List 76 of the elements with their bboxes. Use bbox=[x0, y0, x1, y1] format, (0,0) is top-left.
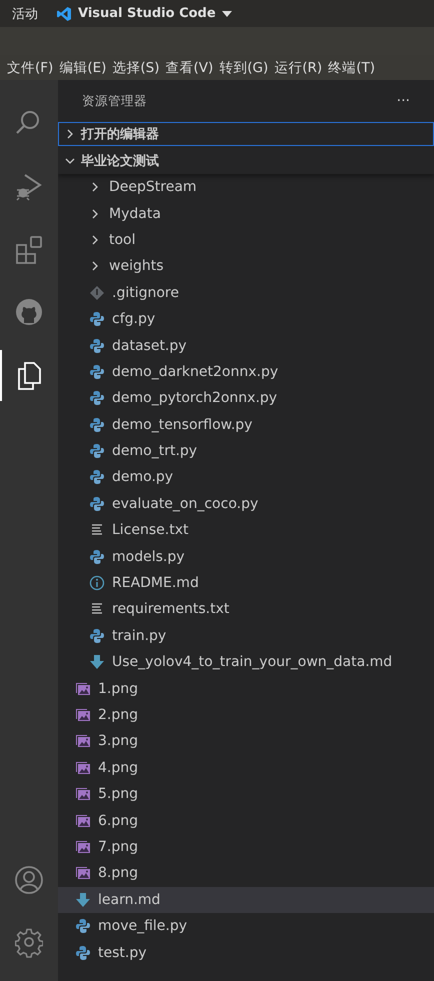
file-row[interactable]: move_file.py bbox=[58, 912, 434, 940]
image-icon bbox=[75, 760, 91, 776]
file-row[interactable]: tool bbox=[58, 226, 434, 254]
down-arrow-icon bbox=[75, 892, 91, 908]
file-row[interactable]: weights bbox=[58, 253, 434, 280]
settings-icon[interactable] bbox=[15, 928, 43, 958]
file-row[interactable]: 3.png bbox=[58, 728, 434, 755]
caret-icon[interactable] bbox=[222, 10, 232, 16]
python-icon bbox=[89, 548, 105, 565]
file-row[interactable]: train.py bbox=[58, 622, 434, 650]
image-icon bbox=[75, 680, 91, 697]
file-row[interactable]: evaluate_on_coco.py bbox=[58, 490, 434, 518]
menu-item[interactable]: 终端(T) bbox=[325, 58, 378, 76]
active-indicator bbox=[0, 350, 2, 401]
python-icon bbox=[75, 944, 91, 961]
github-icon[interactable] bbox=[15, 298, 43, 328]
python-icon bbox=[89, 628, 105, 644]
image-icon bbox=[75, 733, 91, 750]
extensions-icon[interactable] bbox=[15, 234, 43, 264]
file-row[interactable]: demo_darknet2onnx.py bbox=[58, 358, 434, 386]
file-row[interactable]: 4.png bbox=[58, 754, 434, 781]
diamond-icon bbox=[89, 284, 105, 301]
account-icon[interactable] bbox=[15, 866, 43, 896]
python-icon bbox=[89, 496, 105, 512]
file-row[interactable]: learn.md bbox=[58, 886, 434, 913]
file-row[interactable]: 7.png bbox=[58, 834, 434, 860]
python-icon bbox=[89, 364, 105, 380]
files-icon[interactable] bbox=[15, 360, 43, 390]
python-icon bbox=[89, 311, 105, 328]
file-row[interactable]: requirements.txt bbox=[58, 596, 434, 623]
section-header[interactable]: 打开的编辑器 bbox=[58, 122, 434, 146]
file-row[interactable]: 6.png bbox=[58, 807, 434, 834]
file-row[interactable]: License.txt bbox=[58, 517, 434, 544]
section-header[interactable]: 毕业论文测试 bbox=[58, 148, 434, 174]
file-row[interactable]: README.md bbox=[58, 570, 434, 596]
menu-item[interactable]: 转到(G) bbox=[216, 58, 272, 76]
file-row[interactable]: cfg.py bbox=[58, 306, 434, 332]
file-row[interactable]: 2.png bbox=[58, 702, 434, 728]
image-icon bbox=[75, 812, 91, 829]
info-icon bbox=[89, 575, 105, 592]
file-row[interactable]: demo.py bbox=[58, 464, 434, 491]
file-row[interactable]: Use_yolov4_to_train_your_own_data.md bbox=[58, 649, 434, 676]
menu-item[interactable]: 运行(R) bbox=[271, 58, 326, 76]
sidebar-title: 资源管理器 bbox=[82, 92, 147, 110]
file-row[interactable]: dataset.py bbox=[58, 332, 434, 359]
file-row[interactable]: DeepStream bbox=[58, 174, 434, 200]
more-actions-button[interactable]: ··· bbox=[396, 93, 410, 109]
python-icon bbox=[89, 338, 105, 354]
menu-item[interactable]: 编辑(E) bbox=[56, 58, 110, 76]
python-icon bbox=[89, 390, 105, 406]
activities-button[interactable]: 活动 bbox=[12, 4, 38, 22]
file-row[interactable]: test.py bbox=[58, 939, 434, 966]
file-row[interactable]: 8.png bbox=[58, 860, 434, 887]
python-icon bbox=[75, 918, 91, 934]
file-row[interactable]: Mydata bbox=[58, 200, 434, 227]
file-row[interactable]: 5.png bbox=[58, 780, 434, 808]
image-icon bbox=[75, 838, 91, 855]
image-icon bbox=[75, 786, 91, 802]
image-icon bbox=[75, 707, 91, 723]
menu-item[interactable]: 文件(F) bbox=[4, 58, 56, 76]
file-row[interactable]: demo_pytorch2onnx.py bbox=[58, 385, 434, 412]
app-logo-icon bbox=[56, 6, 72, 22]
image-icon bbox=[75, 865, 91, 882]
file-row[interactable]: models.py bbox=[58, 543, 434, 570]
python-icon bbox=[89, 443, 105, 460]
menu-item[interactable]: 选择(S) bbox=[109, 58, 162, 76]
file-row[interactable]: demo_trt.py bbox=[58, 438, 434, 464]
down-arrow-icon bbox=[89, 654, 105, 670]
file-row[interactable]: .gitignore bbox=[58, 280, 434, 306]
python-icon bbox=[89, 469, 105, 486]
file-row[interactable]: 1.png bbox=[58, 675, 434, 702]
file-row[interactable]: demo_tensorflow.py bbox=[58, 412, 434, 438]
run-debug-icon[interactable] bbox=[15, 172, 43, 202]
menu-item[interactable]: 查看(V) bbox=[162, 58, 216, 76]
python-icon bbox=[89, 416, 105, 433]
app-name[interactable]: Visual Studio Code bbox=[78, 6, 216, 21]
